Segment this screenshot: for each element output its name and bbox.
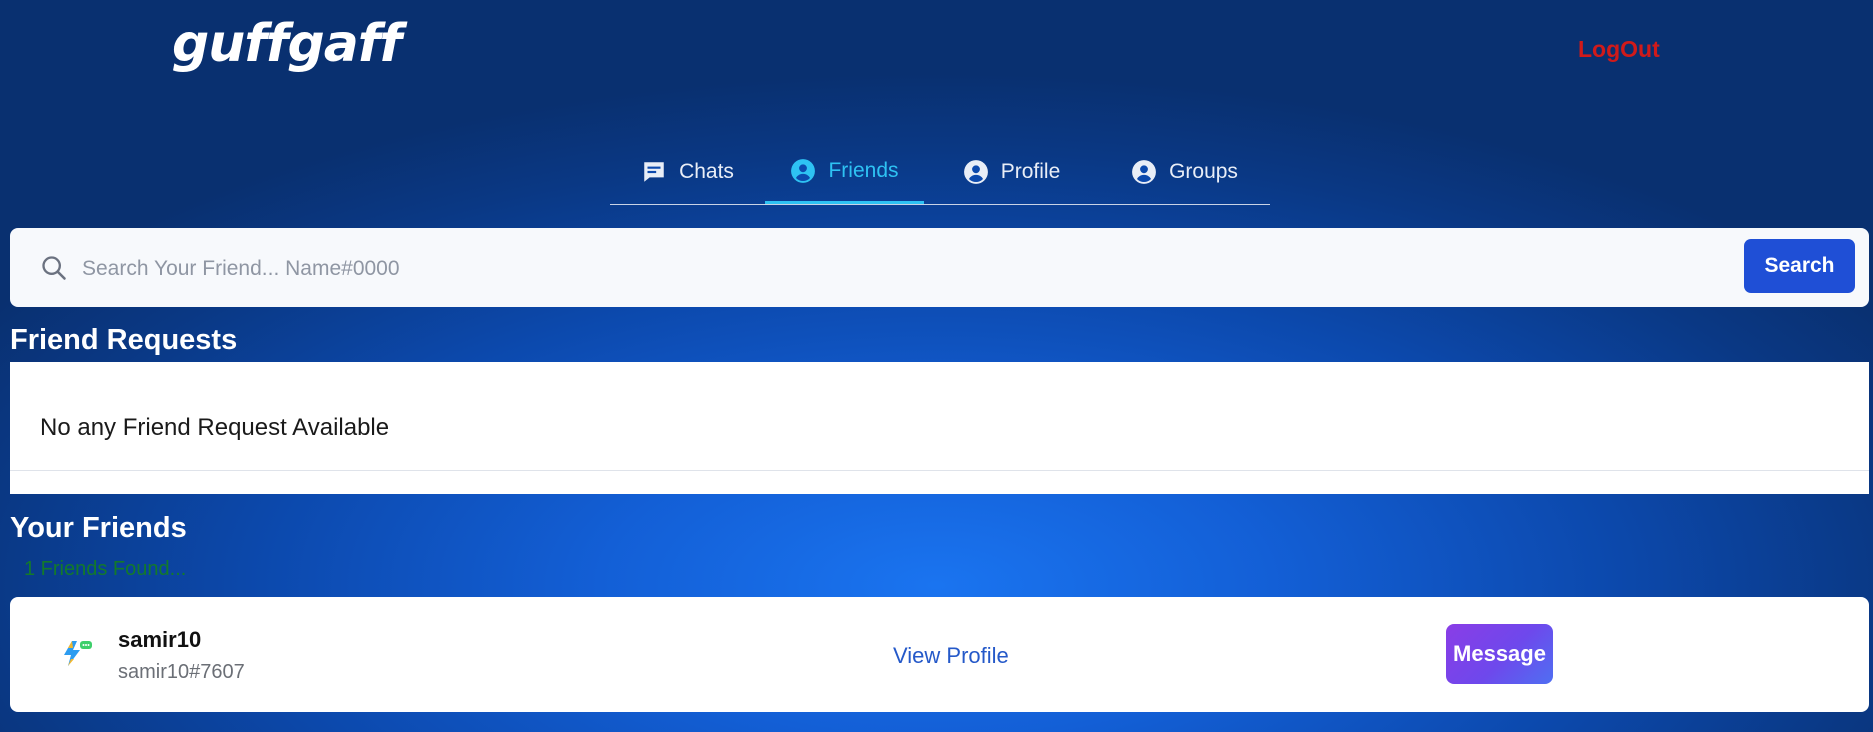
view-profile-link[interactable]: View Profile bbox=[893, 643, 1009, 669]
tab-label: Chats bbox=[679, 160, 734, 183]
your-friends-heading: Your Friends bbox=[10, 512, 187, 544]
tab-label: Groups bbox=[1169, 160, 1238, 183]
tab-label: Profile bbox=[1000, 160, 1061, 183]
user-circle-icon bbox=[790, 158, 816, 184]
chat-bubble-icon bbox=[641, 159, 667, 185]
tab-chats[interactable]: Chats bbox=[610, 140, 765, 204]
friends-count-text: 1 Friends Found... bbox=[24, 558, 187, 580]
search-input[interactable] bbox=[80, 248, 1734, 290]
main-tabs: Chats Friends Profile Groups bbox=[610, 140, 1270, 205]
friend-requests-heading: Friend Requests bbox=[10, 324, 238, 356]
tab-profile[interactable]: Profile bbox=[924, 140, 1099, 204]
friend-name: samir10 bbox=[118, 627, 202, 652]
tab-label: Friends bbox=[828, 158, 899, 182]
search-icon bbox=[40, 254, 68, 282]
user-circle-icon bbox=[963, 159, 989, 185]
friend-list-item: samir10 samir10#7607 View Profile Messag… bbox=[10, 597, 1869, 712]
friend-tag: samir10#7607 bbox=[118, 661, 245, 683]
app-logo-icon bbox=[58, 635, 94, 671]
tab-friends[interactable]: Friends bbox=[765, 140, 924, 204]
empty-requests-message: No any Friend Request Available bbox=[40, 414, 390, 441]
message-button[interactable]: Message bbox=[1446, 624, 1553, 684]
divider bbox=[10, 470, 1869, 471]
app-logo[interactable]: guffgaff bbox=[172, 14, 402, 74]
tab-groups[interactable]: Groups bbox=[1099, 140, 1270, 204]
logout-link[interactable]: LogOut bbox=[1578, 36, 1660, 63]
friend-requests-panel: No any Friend Request Available bbox=[10, 362, 1869, 494]
user-circle-icon bbox=[1131, 159, 1157, 185]
friend-search-bar: Search bbox=[10, 228, 1869, 307]
search-button[interactable]: Search bbox=[1744, 239, 1855, 293]
